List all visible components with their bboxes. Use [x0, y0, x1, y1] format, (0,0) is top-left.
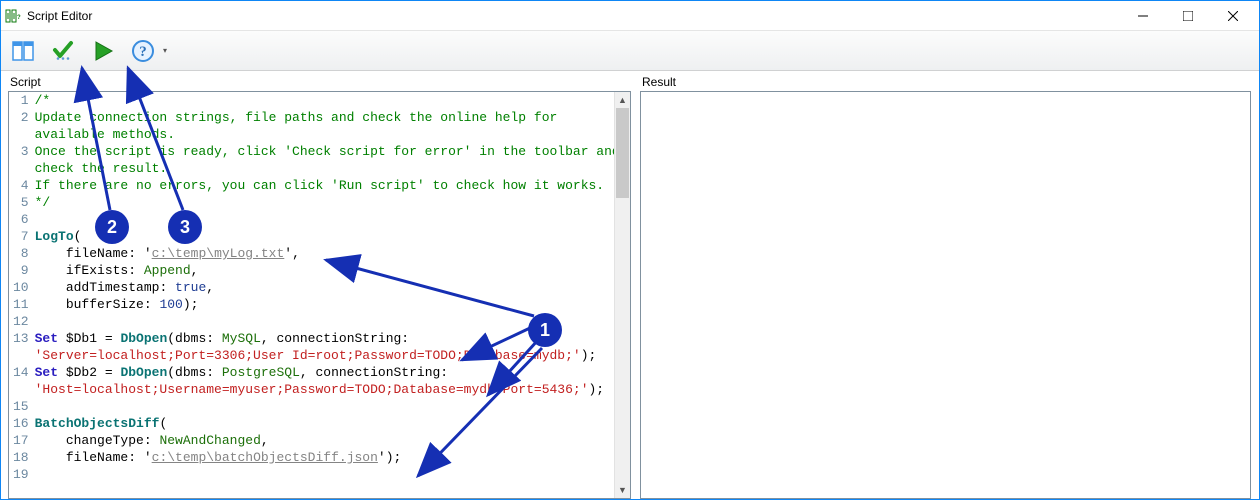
code-line[interactable]: /* [35, 92, 630, 109]
code-lines[interactable]: 1/*2Update connection strings, file path… [9, 92, 630, 483]
code-line[interactable]: Update connection strings, file paths an… [35, 109, 630, 143]
line-number: 17 [9, 432, 35, 449]
line-number: 4 [9, 177, 35, 194]
window-title: Script Editor [27, 9, 1120, 23]
code-line[interactable] [35, 466, 630, 483]
annotation-badge-1: 1 [528, 313, 562, 347]
script-panel-label: Script [8, 75, 631, 89]
line-number: 7 [9, 228, 35, 245]
line-number: 5 [9, 194, 35, 211]
window-controls [1120, 2, 1255, 30]
result-panel-label: Result [640, 75, 1251, 89]
scroll-up-icon[interactable]: ▲ [615, 92, 630, 108]
line-number: 2 [9, 109, 35, 143]
annotation-badge-3: 3 [168, 210, 202, 244]
annotation-badge-2: 2 [95, 210, 129, 244]
line-number: 1 [9, 92, 35, 109]
line-number: 8 [9, 245, 35, 262]
titlebar: ? Script Editor [1, 1, 1259, 31]
code-line[interactable]: bufferSize: 100); [35, 296, 630, 313]
code-line[interactable]: changeType: NewAndChanged, [35, 432, 630, 449]
run-script-button[interactable] [89, 37, 117, 65]
toolbar: ? ▾ [1, 31, 1259, 71]
svg-text:?: ? [139, 44, 147, 60]
result-panel: Result [636, 71, 1259, 499]
scrollbar-thumb[interactable] [616, 108, 629, 198]
result-output[interactable] [640, 91, 1251, 499]
code-line[interactable]: Once the script is ready, click 'Check s… [35, 143, 630, 177]
code-line[interactable]: If there are no errors, you can click 'R… [35, 177, 630, 194]
code-line[interactable] [35, 398, 630, 415]
maximize-button[interactable] [1165, 2, 1210, 30]
code-line[interactable]: */ [35, 194, 630, 211]
scrollbar-vertical[interactable]: ▲ ▼ [614, 92, 630, 498]
scroll-down-icon[interactable]: ▼ [615, 482, 630, 498]
line-number: 13 [9, 330, 35, 364]
line-number: 18 [9, 449, 35, 466]
content-area: Script 1/*2Update connection strings, fi… [1, 71, 1259, 499]
code-line[interactable]: Set $Db2 = DbOpen(dbms: PostgreSQL, conn… [35, 364, 630, 398]
line-number: 6 [9, 211, 35, 228]
line-number: 10 [9, 279, 35, 296]
app-icon: ? [5, 8, 21, 24]
toolbar-overflow-icon[interactable]: ▾ [163, 46, 167, 55]
panels-button[interactable] [9, 37, 37, 65]
code-line[interactable]: fileName: 'c:\temp\batchObjectsDiff.json… [35, 449, 630, 466]
line-number: 15 [9, 398, 35, 415]
minimize-button[interactable] [1120, 2, 1165, 30]
help-button[interactable]: ? [129, 37, 157, 65]
script-editor-window: ? Script Editor [0, 0, 1260, 500]
code-line[interactable]: ifExists: Append, [35, 262, 630, 279]
line-number: 3 [9, 143, 35, 177]
code-line[interactable]: fileName: 'c:\temp\myLog.txt', [35, 245, 630, 262]
script-panel: Script 1/*2Update connection strings, fi… [1, 71, 636, 499]
line-number: 14 [9, 364, 35, 398]
check-script-button[interactable] [49, 37, 77, 65]
line-number: 9 [9, 262, 35, 279]
line-number: 19 [9, 466, 35, 483]
line-number: 12 [9, 313, 35, 330]
svg-text:?: ? [17, 15, 21, 21]
script-editor[interactable]: 1/*2Update connection strings, file path… [8, 91, 631, 499]
code-line[interactable]: addTimestamp: true, [35, 279, 630, 296]
code-line[interactable]: BatchObjectsDiff( [35, 415, 630, 432]
close-button[interactable] [1210, 2, 1255, 30]
line-number: 11 [9, 296, 35, 313]
line-number: 16 [9, 415, 35, 432]
